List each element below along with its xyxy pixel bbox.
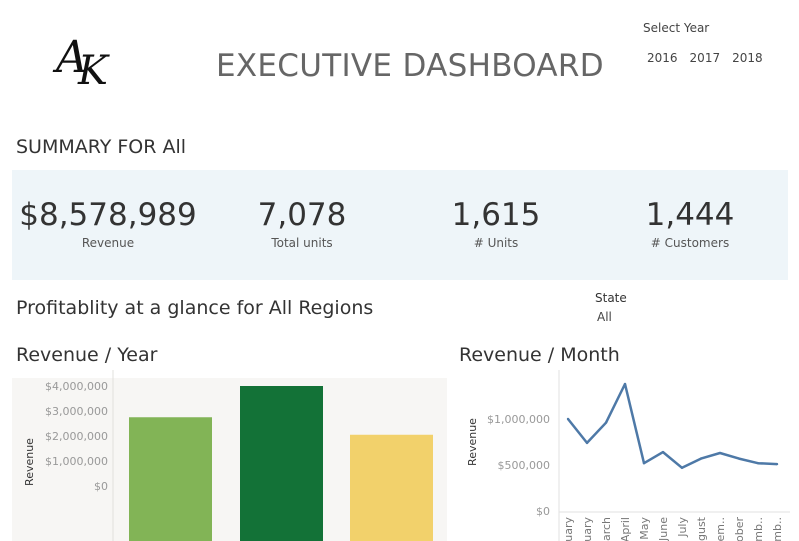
line-chart-xtick-label: mb.. — [752, 517, 765, 541]
line-chart-ytick-label: $1,000,000 — [487, 413, 550, 426]
revenue-month-chart: Revenue $1,000,000 $500,000 $0 uary uary arch A… — [466, 370, 790, 541]
state-filter-value[interactable]: All — [597, 310, 612, 324]
line-chart-xtick-label: gust — [695, 516, 708, 541]
bar-chart-ytick-label: $3,000,000 — [45, 405, 108, 418]
revenue-year-chart: Revenue $4,000,000 $3,000,000 $2,000,000 $1,… — [23, 370, 433, 541]
line-chart-xtick-label: arch — [600, 517, 613, 541]
company-logo: A K — [52, 32, 124, 96]
bar-2017 — [240, 386, 323, 541]
bar-chart-ytick-label: $4,000,000 — [45, 380, 108, 393]
line-chart-ytick-label: $0 — [536, 505, 550, 518]
kpi-revenue: $8,578,989 Revenue — [12, 198, 204, 250]
dashboard-title: EXECUTIVE DASHBOARD — [216, 48, 604, 84]
line-chart-xtick-label: April — [619, 517, 632, 541]
line-point-April — [623, 382, 627, 386]
revenue-month-title: Revenue / Month — [459, 344, 620, 366]
line-chart-ylabel: Revenue — [466, 418, 479, 466]
line-point-December — [775, 462, 779, 466]
bar-chart-ytick-label: $2,000,000 — [45, 430, 108, 443]
kpi-customers-label: # Customers — [650, 236, 730, 251]
year-option-2017[interactable]: 2017 — [690, 51, 721, 65]
line-chart-xtick-label: em.. — [714, 517, 727, 541]
line-chart-xtick-label: uary — [562, 517, 575, 541]
line-chart-series — [567, 382, 778, 470]
line-point-February — [585, 441, 589, 445]
kpi-units: 1,615 # Units — [402, 198, 590, 250]
line-chart-xtick-label: uary — [581, 517, 594, 541]
line-point-October — [737, 457, 741, 460]
kpi-units-value: 1,615 — [451, 197, 541, 233]
kpi-revenue-label: Revenue — [81, 236, 135, 251]
kpi-units-label: # Units — [473, 236, 519, 251]
bar-chart-ytick-label: $1,000,000 — [45, 455, 108, 468]
kpi-band: $8,578,989 Revenue 7,078 Total units 1,6… — [12, 170, 788, 280]
year-option-2018[interactable]: 2018 — [732, 51, 763, 65]
logo-letter-k: K — [78, 48, 108, 94]
line-point-June — [661, 450, 665, 454]
year-filter: 2016 2017 2018 — [647, 51, 763, 65]
bar-2016 — [129, 417, 212, 541]
line-chart-xtick-label: mb.. — [771, 517, 784, 541]
state-filter-label: State — [595, 291, 627, 305]
profitability-title: Profitablity at a glance for All Regions — [16, 297, 374, 319]
line-point-March — [604, 421, 608, 424]
line-chart-ytick-label: $500,000 — [498, 459, 551, 472]
bar-2018 — [350, 434, 433, 541]
kpi-total-units-value: 7,078 — [257, 197, 347, 233]
line-point-September — [718, 451, 722, 455]
line-point-July — [680, 466, 684, 469]
revenue-year-title: Revenue / Year — [16, 344, 158, 366]
kpi-total-units: 7,078 Total units — [208, 198, 396, 250]
kpi-total-units-label: Total units — [271, 236, 333, 251]
summary-title: SUMMARY FOR All — [16, 136, 187, 158]
line-point-May — [642, 461, 646, 465]
line-point-January — [566, 417, 570, 421]
year-option-2016[interactable]: 2016 — [647, 51, 678, 65]
bar-chart-ylabel: Revenue — [23, 438, 36, 486]
line-chart-xtick-label: May — [638, 517, 651, 540]
kpi-customers: 1,444 # Customers — [596, 198, 784, 250]
line-chart-xtick-label: ober — [733, 517, 746, 541]
line-point-August — [699, 457, 703, 460]
kpi-revenue-value: $8,578,989 — [19, 197, 197, 233]
line-chart-xtick-label: June — [657, 517, 670, 541]
line-chart-xtick-label: July — [676, 517, 689, 538]
bar-chart-ytick-label: $0 — [94, 480, 108, 493]
kpi-customers-value: 1,444 — [645, 197, 735, 233]
year-filter-label: Select Year — [643, 21, 710, 35]
line-point-November — [756, 461, 760, 465]
